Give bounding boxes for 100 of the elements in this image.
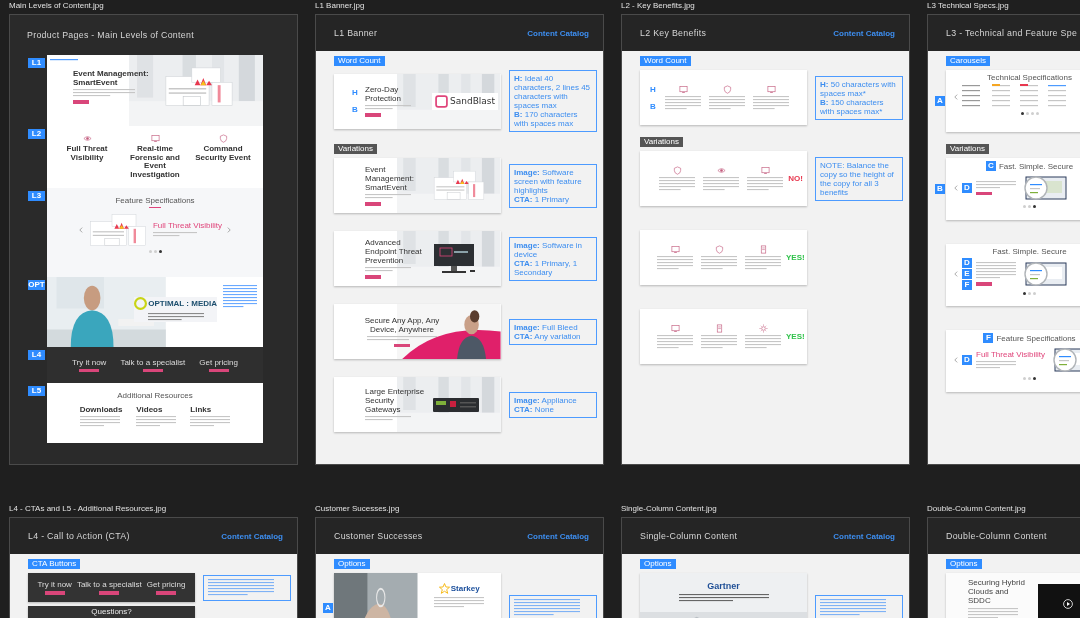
monitor-icon — [678, 84, 688, 94]
resource-heading: Links — [190, 405, 213, 414]
marker-badge: B — [935, 184, 945, 194]
artboard-title: Product Pages - Main Levels of Content — [27, 30, 194, 40]
verdict-label: NO! — [788, 174, 803, 183]
note-text: Image: Appliance — [514, 395, 578, 405]
previous-icon[interactable] — [78, 226, 83, 233]
banner-heading: Event Management: SmartEvent — [365, 165, 415, 193]
shield-icon — [672, 165, 682, 175]
text-lines-drawing — [365, 416, 411, 422]
monitor-icon — [670, 323, 680, 333]
file-name: L1 Banner.jpg — [315, 0, 366, 12]
cta-button[interactable] — [208, 368, 229, 373]
carousel-dot[interactable] — [1030, 112, 1034, 115]
note-text: B: 170 characters with spaces max — [514, 110, 579, 128]
note-text: H: Ideal 40 characters, 2 lines 45 characters with spaces max — [514, 74, 592, 110]
cta-label: Get pricing — [146, 580, 186, 590]
cta-button[interactable] — [99, 591, 120, 595]
text-lines-drawing — [820, 599, 886, 617]
cta-button[interactable] — [394, 343, 410, 348]
previous-icon[interactable] — [954, 94, 958, 100]
note-text: Image: Software in device — [514, 240, 584, 259]
carousel-dot[interactable] — [1020, 112, 1024, 115]
content-catalog-link[interactable]: Content Catalog — [833, 531, 895, 541]
content-catalog-link[interactable]: Content Catalog — [833, 28, 895, 38]
cta-button[interactable] — [44, 591, 65, 595]
marker-badge: D — [962, 258, 972, 268]
carousel-heading: Fast. Simple. Secure — [998, 161, 1074, 171]
file-name: Single-Column Content.jpg — [621, 503, 718, 515]
carousel-dot[interactable] — [1023, 205, 1026, 208]
monitor-drawing — [432, 242, 478, 275]
text-lines-drawing — [147, 313, 204, 322]
square-icon — [435, 94, 448, 108]
cta-button[interactable] — [79, 368, 100, 373]
previous-icon[interactable] — [954, 185, 958, 191]
play-icon[interactable] — [1063, 599, 1073, 609]
text-lines-drawing — [976, 180, 1016, 190]
card-heading: Securing Hybrid Clouds and SDDC — [968, 578, 1026, 605]
file-name: L4 - CTAs and L5 - Additional Resources.jpg — [9, 503, 168, 515]
carousel-dot[interactable] — [1023, 292, 1026, 295]
section-tag: Carousels — [946, 56, 990, 66]
resource-heading: Videos — [136, 405, 164, 414]
banner-heading: Large Enterprise Security Gateways — [365, 387, 426, 414]
level-badge: L1 — [28, 58, 45, 68]
text-lines-drawing — [365, 105, 411, 112]
marker-badge: F — [983, 333, 994, 343]
level-badge: OPT — [28, 280, 45, 290]
section-tag: Options — [640, 559, 676, 569]
carousel-dot[interactable] — [153, 249, 157, 253]
feature-title: Full Threat Visibility — [152, 221, 223, 231]
next-icon[interactable] — [227, 226, 232, 233]
artboard-title: Single-Column Content — [640, 531, 738, 541]
carousel-dot[interactable] — [1033, 292, 1036, 295]
banner-heading: Advanced Endpoint Threat Prevention — [365, 238, 423, 266]
carousel-dot[interactable] — [158, 249, 162, 253]
carousel-dot[interactable] — [1028, 205, 1031, 208]
text-lines-drawing — [703, 176, 740, 192]
marker-label: H — [352, 88, 359, 97]
carousel-dot[interactable] — [1028, 377, 1031, 380]
carousel-dot[interactable] — [1033, 377, 1036, 380]
previous-icon[interactable] — [954, 357, 958, 363]
dashboard-drawing — [432, 169, 486, 202]
cta-button[interactable] — [142, 368, 163, 373]
carousel-dot[interactable] — [148, 249, 152, 253]
content-catalog-link[interactable]: Content Catalog — [527, 28, 589, 38]
artboard-title: L1 Banner — [334, 28, 378, 38]
text-lines-drawing — [208, 578, 274, 597]
text-lines-drawing — [745, 334, 781, 350]
content-catalog-link[interactable]: Content Catalog — [221, 531, 283, 541]
cta-button[interactable] — [156, 591, 177, 595]
text-lines-drawing — [968, 608, 1018, 618]
text-lines-drawing — [365, 194, 411, 201]
marker-badge: E — [962, 269, 972, 279]
cta-label: Try it now — [37, 580, 72, 590]
text-lines-drawing — [659, 176, 696, 192]
text-lines-drawing — [73, 89, 135, 99]
carousel-dot[interactable] — [1033, 205, 1036, 208]
carousel-dot[interactable] — [1028, 292, 1031, 295]
marker-label: H — [650, 84, 657, 94]
marker-label: B — [352, 105, 359, 114]
text-lines-drawing — [223, 285, 257, 309]
note-text: CTA: Any variation — [514, 331, 582, 341]
marker-label: B — [650, 101, 657, 111]
previous-icon[interactable] — [954, 271, 958, 277]
content-catalog-link[interactable]: Content Catalog — [527, 531, 589, 541]
level-badge: L2 — [28, 129, 45, 139]
text-lines-drawing — [657, 334, 693, 350]
text-lines-drawing — [701, 334, 737, 350]
questions-heading: Questions? — [91, 607, 132, 616]
cta-button[interactable] — [976, 191, 992, 196]
text-lines-drawing — [976, 361, 1016, 370]
marker-badge: F — [962, 280, 972, 290]
note-text: Image: Software screen with feature highlights — [514, 167, 583, 195]
carousel-dot[interactable] — [1035, 112, 1039, 115]
carousel-dot[interactable] — [1023, 377, 1026, 380]
cta-label: Get pricing — [199, 357, 238, 367]
benefit-title: Command Security Event — [194, 145, 252, 163]
carousel-dot[interactable] — [1025, 112, 1029, 115]
cta-label: Talk to a specialist — [120, 357, 186, 367]
section-tag: Options — [946, 559, 982, 569]
